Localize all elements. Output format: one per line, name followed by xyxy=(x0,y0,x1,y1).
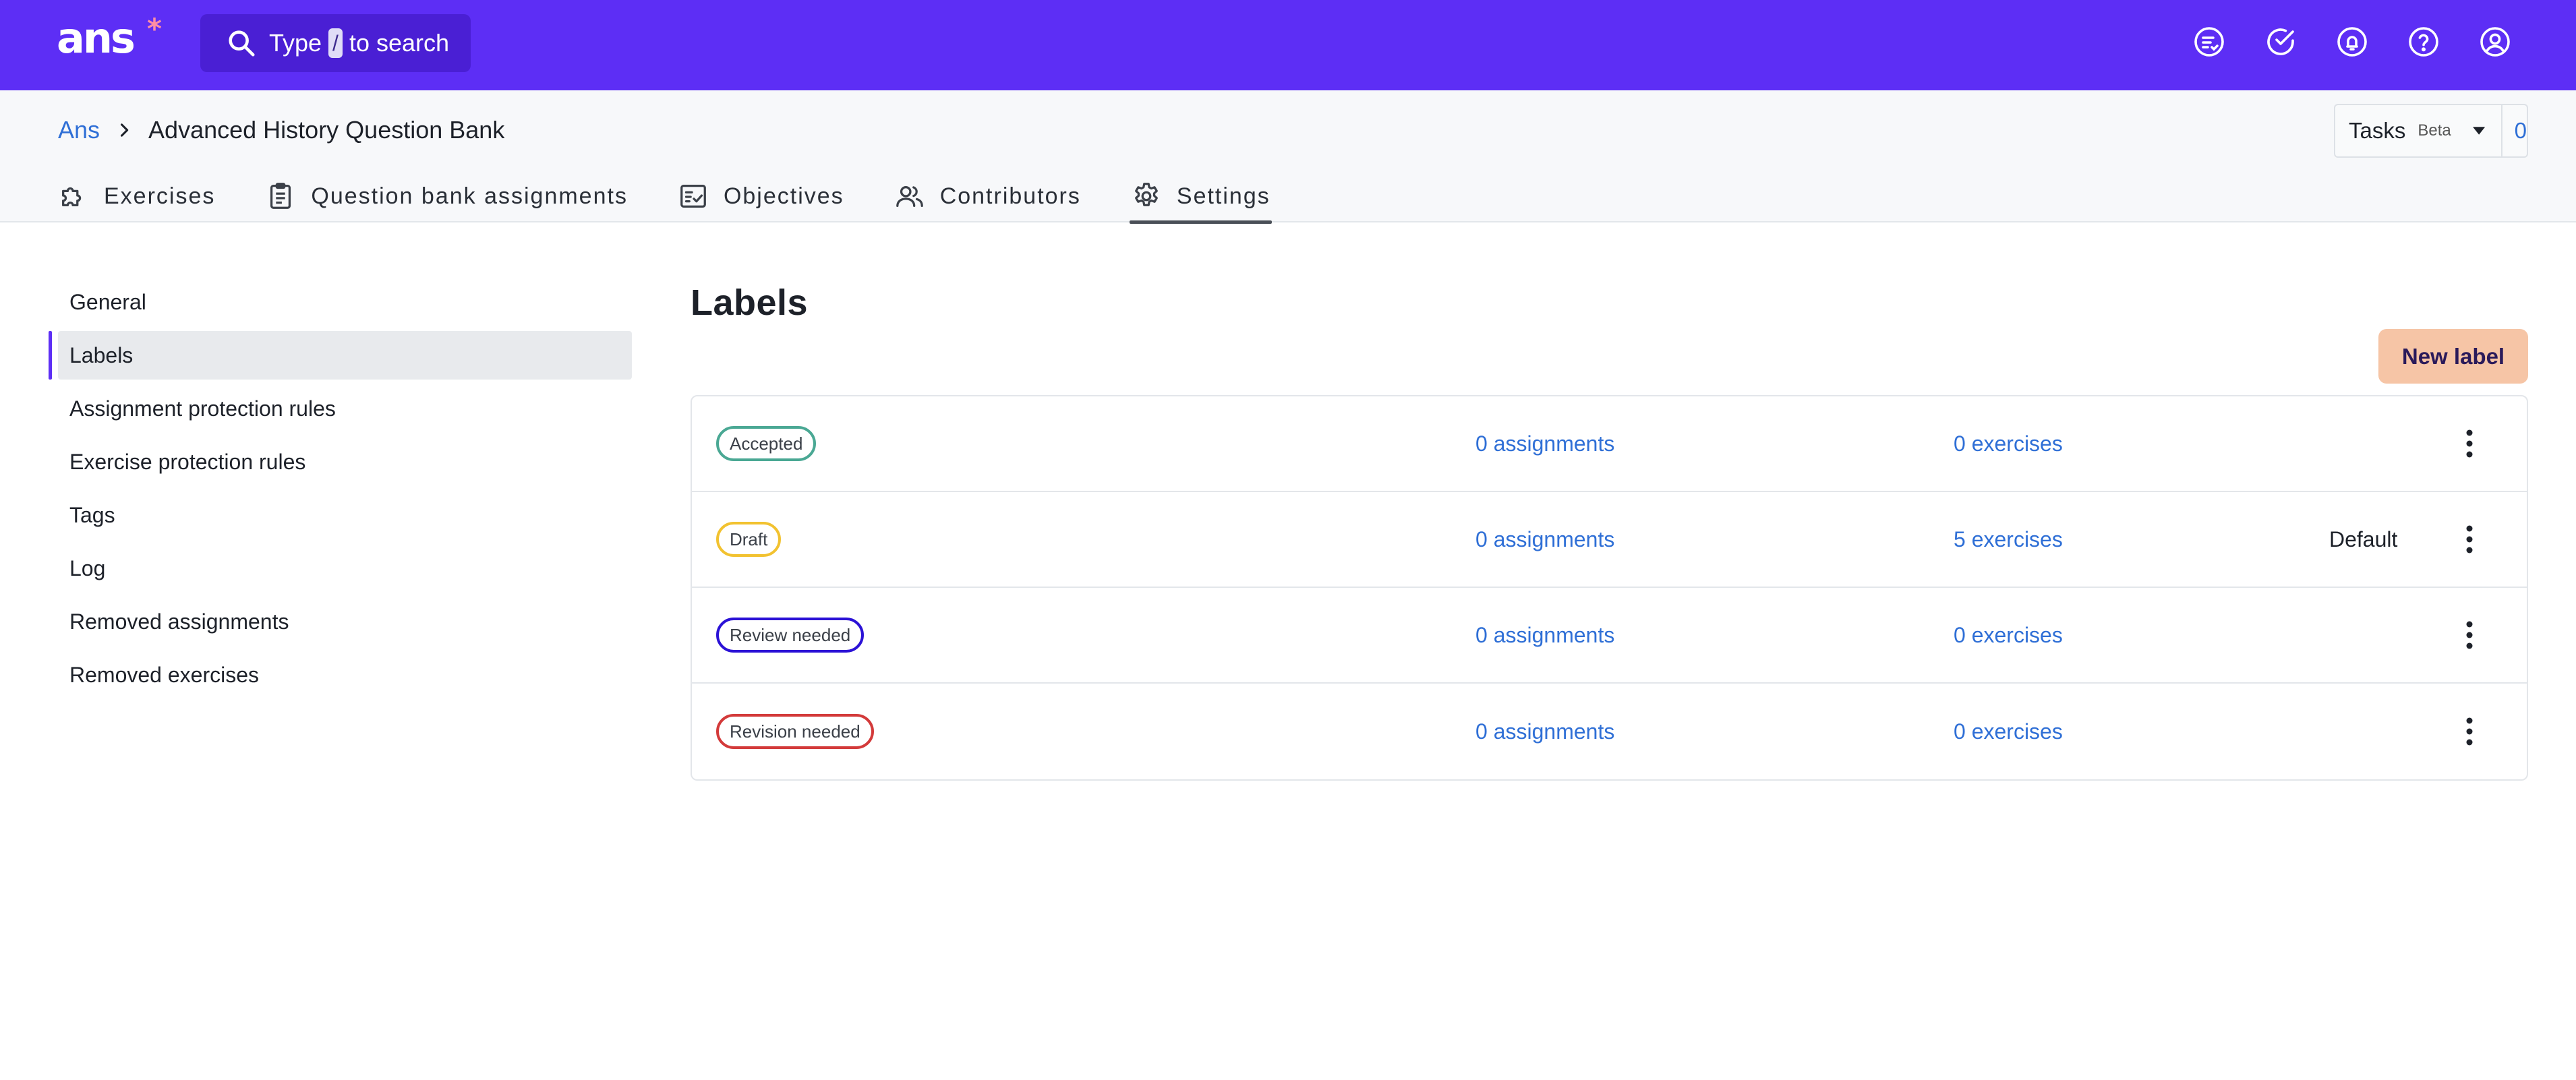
sidebar-item-removed-exercises[interactable]: Removed exercises xyxy=(49,651,632,699)
more-options-button[interactable] xyxy=(2455,519,2484,560)
assignments-link[interactable]: 0 assignments xyxy=(1475,431,1614,456)
label-pill[interactable]: Accepted xyxy=(716,426,817,461)
assignments-link[interactable]: 0 assignments xyxy=(1475,527,1614,552)
more-options-button[interactable] xyxy=(2455,423,2484,464)
gear-icon xyxy=(1134,183,1158,206)
chevron-right-icon xyxy=(121,123,129,137)
tab-label: Settings xyxy=(1176,183,1270,209)
beta-badge: Beta xyxy=(2418,121,2451,140)
sidebar-item-tags[interactable]: Tags xyxy=(49,491,632,539)
sidebar-item-assignment-protection-rules[interactable]: Assignment protection rules xyxy=(49,384,632,433)
label-row: Review needed 0 assignments 0 exercises xyxy=(692,588,2527,684)
tab-objectives[interactable]: Objectives xyxy=(678,170,844,222)
more-options-button[interactable] xyxy=(2455,615,2484,655)
tab-label: Question bank assignments xyxy=(311,183,628,209)
label-pill[interactable]: Revision needed xyxy=(716,714,874,749)
breadcrumb-current: Advanced History Question Bank xyxy=(148,116,505,144)
tab-exercises[interactable]: Exercises xyxy=(58,170,215,222)
default-indicator: Default xyxy=(2329,527,2398,551)
help-icon[interactable] xyxy=(2407,26,2440,58)
tasks-list-icon[interactable] xyxy=(2193,26,2225,58)
caret-down-icon xyxy=(2472,127,2485,135)
exercises-link[interactable]: 0 exercises xyxy=(1954,719,2063,744)
tasks-label: Tasks xyxy=(2349,118,2406,143)
tab-question-bank-assignments[interactable]: Question bank assignments xyxy=(265,170,628,222)
label-row: Revision needed 0 assignments 0 exercise… xyxy=(692,684,2527,779)
more-options-button[interactable] xyxy=(2455,711,2484,752)
tab-contributors[interactable]: Contributors xyxy=(894,170,1081,222)
checklist-icon xyxy=(680,185,706,208)
search-shortcut-key: / xyxy=(328,28,343,58)
tab-label: Objectives xyxy=(723,183,844,209)
tab-label: Exercises xyxy=(104,183,216,209)
puzzle-icon xyxy=(62,187,82,207)
exercises-link[interactable]: 5 exercises xyxy=(1954,527,2063,552)
label-row: Draft 0 assignments 5 exercises Default xyxy=(692,492,2527,588)
logo-star: * xyxy=(147,12,162,45)
sidebar-item-log[interactable]: Log xyxy=(49,544,632,593)
breadcrumb: Ans Advanced History Question Bank xyxy=(58,116,504,144)
tab-bar: Exercises Question bank assignments Obje… xyxy=(58,170,1320,224)
labels-table: Accepted 0 assignments 0 exercises Draft… xyxy=(691,395,2528,781)
label-row: Accepted 0 assignments 0 exercises xyxy=(692,396,2527,492)
search-suffix: to search xyxy=(349,29,450,57)
tasks-count[interactable]: 0 xyxy=(2515,118,2527,144)
kebab-menu-icon xyxy=(2466,621,2473,649)
clipboard-icon xyxy=(270,183,291,209)
users-icon xyxy=(896,185,923,208)
exercises-link[interactable]: 0 exercises xyxy=(1954,431,2063,456)
sidebar-item-general[interactable]: General xyxy=(49,278,632,326)
tasks-dropdown[interactable]: Tasks Beta 0 xyxy=(2334,104,2528,158)
page-title: Labels xyxy=(691,282,809,323)
search-icon xyxy=(229,30,255,57)
label-pill[interactable]: Draft xyxy=(716,522,782,557)
exercises-link[interactable]: 0 exercises xyxy=(1954,623,2063,648)
kebab-menu-icon xyxy=(2466,525,2473,553)
assignments-link[interactable]: 0 assignments xyxy=(1475,719,1614,744)
assignments-link[interactable]: 0 assignments xyxy=(1475,623,1614,648)
top-bar: ans * Type / to search xyxy=(0,0,2576,90)
label-pill[interactable]: Review needed xyxy=(716,618,865,653)
bell-icon[interactable] xyxy=(2336,26,2368,58)
search-prefix: Type xyxy=(269,29,322,57)
check-circle-icon[interactable] xyxy=(2264,26,2297,58)
breadcrumb-root-link[interactable]: Ans xyxy=(58,116,100,144)
tab-label: Contributors xyxy=(939,183,1081,209)
kebab-menu-icon xyxy=(2466,429,2473,458)
tasks-divider xyxy=(2500,105,2502,156)
top-icon-group xyxy=(2193,26,2511,58)
user-icon[interactable] xyxy=(2479,26,2511,58)
tab-settings[interactable]: Settings xyxy=(1129,170,1272,224)
sidebar-item-labels[interactable]: Labels xyxy=(49,331,632,380)
new-label-button[interactable]: New label xyxy=(2378,329,2528,384)
sidebar-item-removed-assignments[interactable]: Removed assignments xyxy=(49,597,632,646)
page-header: Ans Advanced History Question Bank Tasks… xyxy=(0,90,2576,224)
settings-sidebar: General Labels Assignment protection rul… xyxy=(49,278,632,704)
search-button[interactable]: Type / to search xyxy=(200,14,471,72)
sidebar-item-exercise-protection-rules[interactable]: Exercise protection rules xyxy=(49,438,632,486)
ans-logo[interactable]: ans * xyxy=(57,12,162,62)
kebab-menu-icon xyxy=(2466,717,2473,746)
